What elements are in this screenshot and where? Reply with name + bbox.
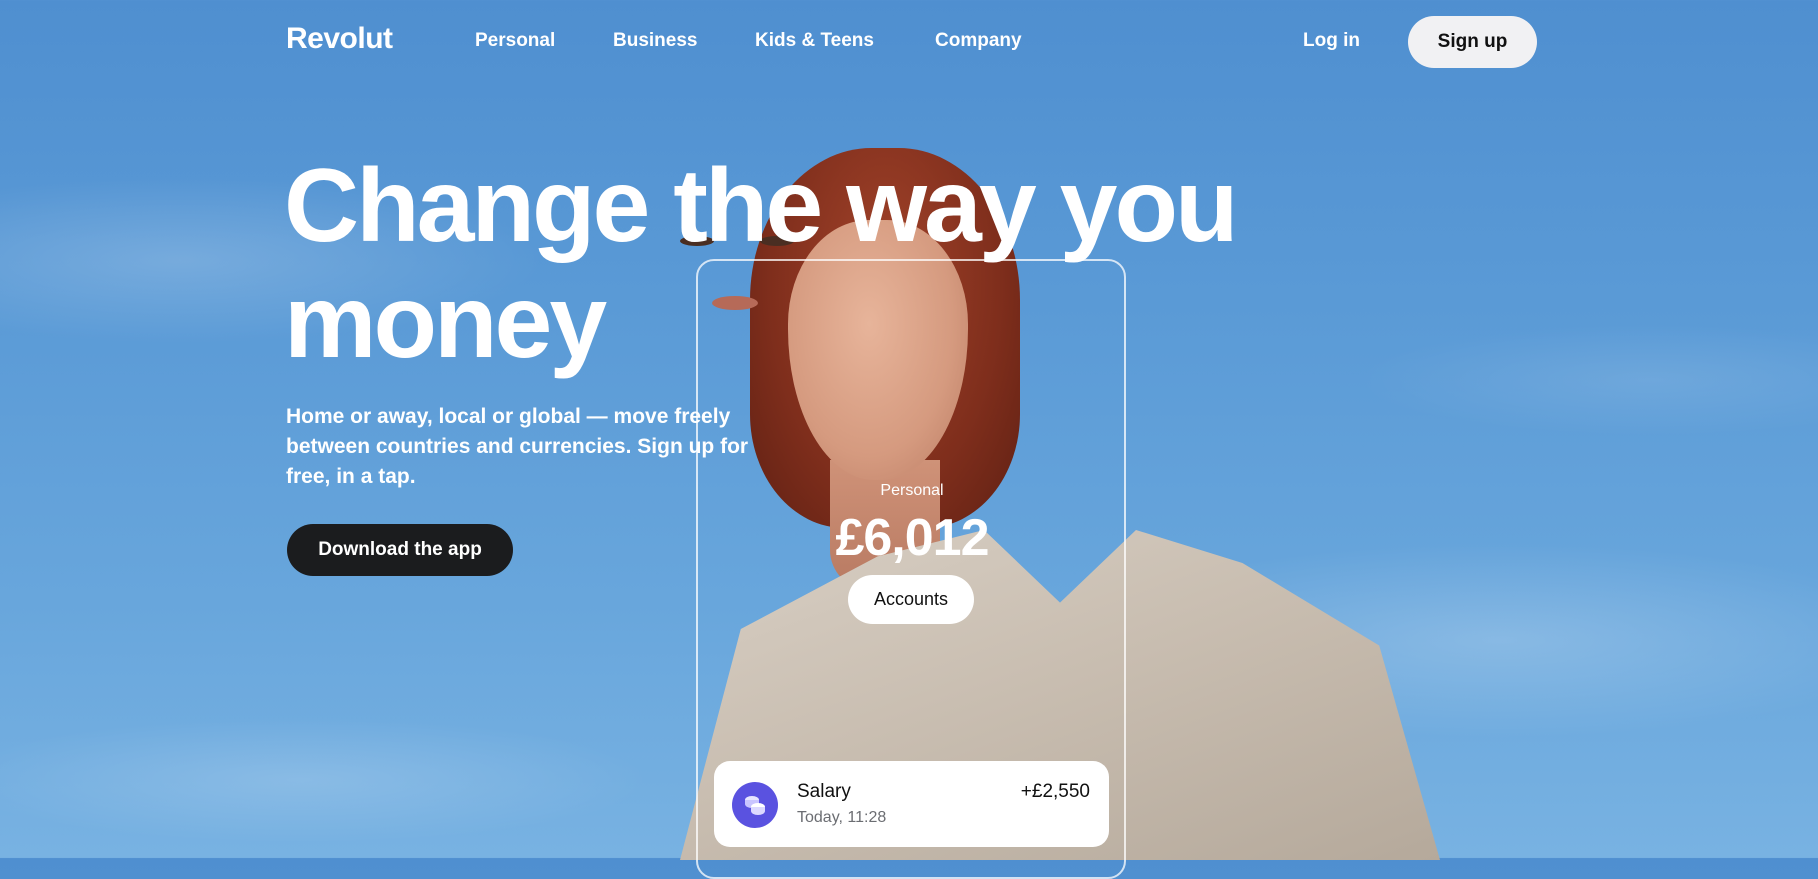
transaction-title: Salary xyxy=(797,781,851,802)
download-app-button[interactable]: Download the app xyxy=(287,524,513,576)
signup-button[interactable]: Sign up xyxy=(1408,16,1537,68)
coins-icon xyxy=(732,782,778,828)
transaction-amount: +£2,550 xyxy=(1020,781,1090,802)
hero-headline-line2: money xyxy=(284,264,607,380)
revolut-logo[interactable]: Revolut xyxy=(286,22,393,56)
nav-link-business[interactable]: Business xyxy=(613,30,697,52)
top-navigation: Revolut Personal Business Kids & Teens C… xyxy=(0,0,1818,84)
hero-headline-line1: Change the way you xyxy=(284,148,1239,264)
login-link[interactable]: Log in xyxy=(1303,30,1360,52)
transaction-card[interactable]: Salary Today, 11:28 +£2,550 xyxy=(714,761,1109,847)
accounts-button[interactable]: Accounts xyxy=(848,575,974,624)
account-balance: £6,012 xyxy=(835,509,989,567)
transaction-time: Today, 11:28 xyxy=(797,809,887,826)
account-label: Personal xyxy=(880,482,944,499)
nav-link-personal[interactable]: Personal xyxy=(475,30,555,52)
nav-link-kids-teens[interactable]: Kids & Teens xyxy=(755,30,874,52)
nav-link-company[interactable]: Company xyxy=(935,30,1022,52)
